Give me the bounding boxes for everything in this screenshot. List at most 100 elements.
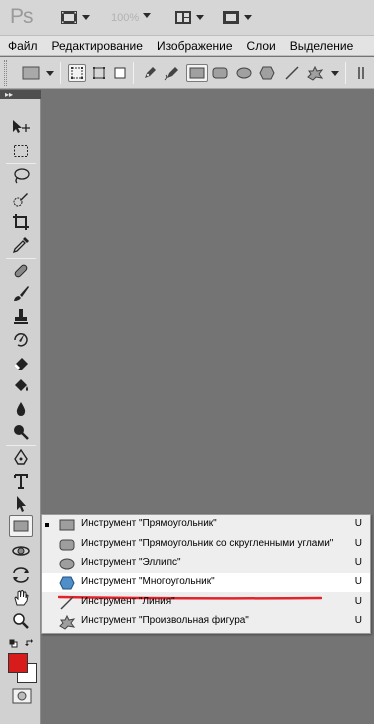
shape-layers-button[interactable] — [68, 64, 86, 82]
screen-mode-icon — [223, 10, 239, 24]
line-icon — [285, 66, 299, 80]
pen-tool[interactable] — [9, 447, 33, 469]
flyout-item-label: Инструмент "Эллипс" — [81, 557, 181, 568]
history-brush-tool[interactable] — [9, 329, 33, 351]
ellipse-shape-button[interactable] — [235, 64, 253, 82]
3d-orbit-tool[interactable] — [9, 564, 33, 586]
pen-icon — [145, 67, 156, 78]
polygon-icon — [259, 66, 275, 80]
tools-panel-grip[interactable]: ▸▸ — [0, 90, 41, 99]
rectangle-tool[interactable] — [9, 515, 33, 537]
type-tool[interactable] — [9, 470, 33, 492]
paint-bucket-tool[interactable] — [9, 375, 33, 397]
flyout-item-polygon[interactable]: Инструмент "Многоугольник" U — [42, 573, 370, 592]
zoom-tool[interactable] — [9, 610, 33, 632]
move-tool[interactable] — [9, 116, 33, 138]
launch-bridge-button[interactable] — [60, 8, 90, 26]
app-bar: Ps 100% — [0, 0, 374, 36]
shape-tools-flyout: Инструмент "Прямоугольник" U Инструмент … — [41, 514, 371, 634]
lasso-tool[interactable] — [9, 165, 33, 187]
clone-stamp-tool[interactable] — [9, 306, 33, 328]
current-tool-bullet — [45, 523, 49, 527]
eyedropper-icon — [12, 237, 29, 254]
type-icon — [14, 474, 28, 489]
rectangle-tool-icon — [13, 520, 29, 532]
options-grip[interactable] — [4, 60, 7, 86]
brush-tool[interactable] — [9, 283, 33, 305]
geometry-options-button[interactable] — [352, 64, 370, 82]
rectangle-shape-button[interactable] — [186, 64, 208, 82]
rounded-rectangle-shape-button[interactable] — [211, 64, 229, 82]
chevron-down-icon[interactable] — [46, 71, 54, 76]
flyout-item-shortcut: U — [354, 615, 362, 626]
blur-tool[interactable] — [9, 398, 33, 420]
menu-image[interactable]: Изображение — [149, 39, 239, 53]
swap-colors-icon[interactable] — [25, 638, 35, 648]
path-selection-tool[interactable] — [9, 493, 33, 515]
arrange-documents-button[interactable] — [174, 8, 204, 26]
custom-shape-button[interactable] — [306, 64, 324, 82]
rectangle-preset-icon — [22, 66, 40, 80]
dodge-tool[interactable] — [9, 421, 33, 443]
quick-mask-icon — [12, 688, 32, 704]
pen-tool-button[interactable] — [141, 64, 159, 82]
pen-tool-icon — [14, 449, 28, 465]
screen-mode-button[interactable] — [222, 8, 252, 26]
tool-separator — [6, 445, 36, 446]
chevron-down-icon — [196, 14, 204, 20]
3d-rotate-tool[interactable] — [9, 541, 33, 563]
separator — [60, 62, 61, 84]
options-bar — [0, 57, 374, 89]
shape-layers-icon — [71, 67, 83, 79]
flyout-item-label: Инструмент "Прямоугольник" — [81, 518, 217, 529]
eyedropper-tool[interactable] — [9, 234, 33, 256]
freeform-pen-button[interactable] — [163, 64, 181, 82]
menu-edit[interactable]: Редактирование — [44, 39, 149, 53]
flyout-item-ellipse[interactable]: Инструмент "Эллипс" U — [42, 554, 370, 573]
marquee-icon — [14, 145, 28, 157]
chevron-down-icon[interactable] — [331, 71, 339, 76]
quick-selection-tool[interactable] — [9, 188, 33, 210]
brush-icon — [14, 286, 29, 301]
rounded-rectangle-icon — [56, 536, 78, 553]
paths-button[interactable] — [90, 64, 108, 82]
flyout-item-shortcut: U — [354, 538, 362, 549]
polygon-shape-button[interactable] — [258, 64, 276, 82]
tool-preset-picker[interactable] — [20, 64, 42, 82]
film-strip-icon — [61, 10, 77, 24]
menu-bar: Файл Редактирование Изображение Слои Выд… — [0, 36, 374, 56]
flyout-item-label: Инструмент "Произвольная фигура" — [81, 615, 249, 626]
stamp-icon — [14, 309, 28, 324]
menu-file[interactable]: Файл — [0, 39, 44, 53]
flyout-item-custom-shape[interactable]: Инструмент "Произвольная фигура" U — [42, 612, 370, 631]
hand-icon — [14, 589, 29, 606]
rectangle-icon — [56, 516, 78, 533]
default-colors-icon[interactable] — [9, 639, 18, 648]
rounded-rectangle-icon — [212, 67, 228, 79]
hand-tool[interactable] — [9, 587, 33, 609]
quick-mask-button[interactable] — [12, 688, 32, 704]
flyout-item-line[interactable]: Инструмент "Линия" U — [42, 593, 370, 612]
fill-pixels-button[interactable] — [111, 64, 129, 82]
foreground-color-swatch[interactable] — [8, 653, 28, 673]
flyout-item-rounded-rectangle[interactable]: Инструмент "Прямоугольник со скругленным… — [42, 535, 370, 554]
separator — [345, 62, 346, 84]
arrange-icon — [175, 10, 191, 24]
spot-healing-brush-tool[interactable] — [9, 260, 33, 282]
menu-layers[interactable]: Слои — [239, 39, 282, 53]
line-shape-button[interactable] — [283, 64, 301, 82]
zoom-chevron-down-icon[interactable] — [143, 13, 151, 18]
custom-shape-icon — [307, 65, 324, 81]
line-icon — [56, 594, 78, 611]
crop-tool[interactable] — [9, 211, 33, 233]
menu-select[interactable]: Выделение — [282, 39, 360, 53]
rectangular-marquee-tool[interactable] — [9, 140, 33, 162]
tool-separator — [6, 163, 36, 164]
history-brush-icon — [14, 333, 28, 347]
options-grip-icon — [358, 67, 364, 79]
flyout-item-rectangle[interactable]: Инструмент "Прямоугольник" U — [42, 515, 370, 534]
ellipse-icon — [56, 555, 78, 572]
eraser-tool[interactable] — [9, 352, 33, 374]
paint-bucket-icon — [15, 379, 28, 391]
zoom-level[interactable]: 100% — [111, 12, 139, 24]
